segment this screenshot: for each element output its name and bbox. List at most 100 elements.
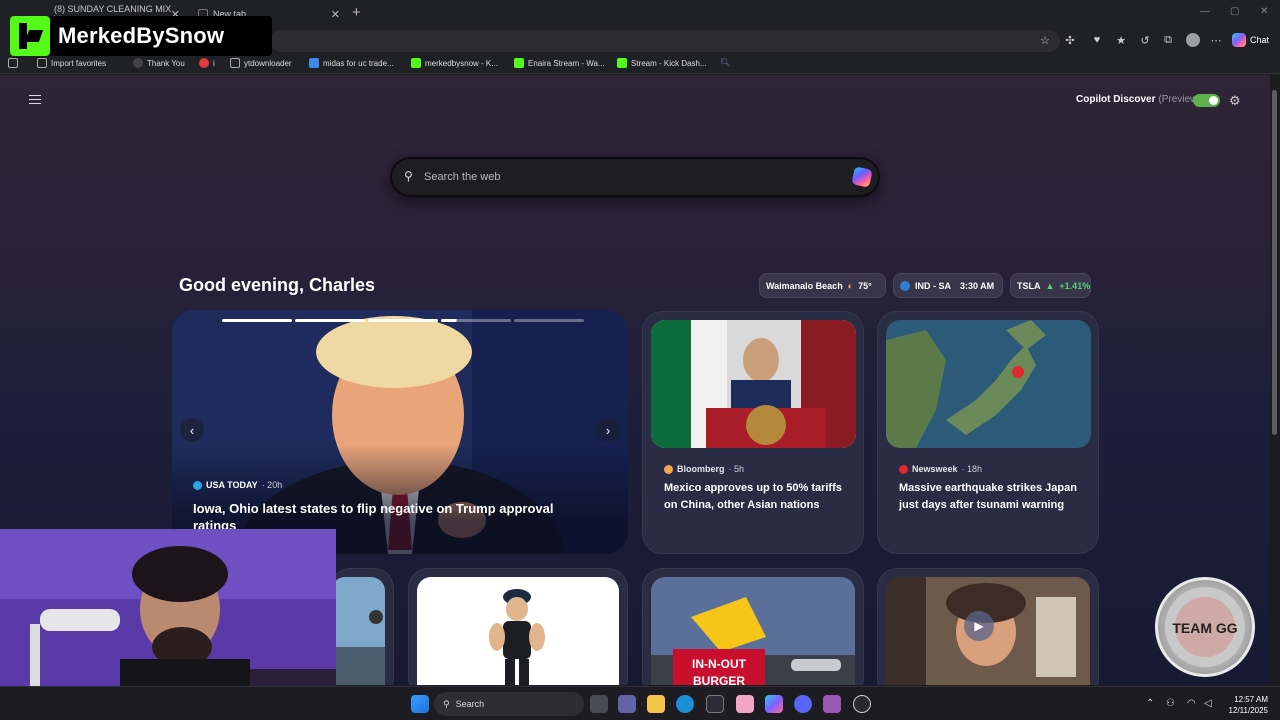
- network-icon[interactable]: ⚇: [1166, 698, 1175, 709]
- taskbar-search[interactable]: ⚲ Search: [434, 692, 584, 716]
- new-tab-plus-icon[interactable]: +: [352, 4, 361, 21]
- news-card[interactable]: [330, 568, 394, 685]
- carousel-progress: [295, 319, 365, 322]
- partly-cloudy-icon: ◐: [847, 280, 854, 291]
- profile-avatar[interactable]: [1186, 33, 1200, 47]
- maximize-icon[interactable]: ▢: [1230, 6, 1239, 17]
- bloomberg-logo-icon: [664, 464, 673, 474]
- import-icon: [37, 58, 47, 68]
- search-label: Search: [455, 699, 485, 709]
- favorites-folder-icon[interactable]: [8, 58, 18, 68]
- news-title[interactable]: Massive earthquake strikes Japan just da…: [899, 480, 1089, 514]
- fav-label: merkedbysnow - K...: [425, 58, 498, 68]
- weather-chip[interactable]: Waimanalo Beach ◐ 75°: [759, 273, 886, 298]
- news-card[interactable]: Newsweek · 18h Massive earthquake strike…: [877, 311, 1099, 554]
- fav-merkedbysnow[interactable]: merkedbysnow - K...: [411, 58, 498, 68]
- search-icon: ⚲: [443, 698, 450, 709]
- news-card[interactable]: IN-N-OUT BURGER: [642, 568, 864, 685]
- kick-icon: [514, 58, 524, 68]
- carousel-next-button[interactable]: ›: [596, 418, 620, 442]
- site-icon: [309, 58, 319, 68]
- web-search-box: ⚲: [390, 157, 880, 197]
- news-card[interactable]: ▶: [877, 568, 1099, 685]
- greeting-heading: Good evening, Charles: [179, 275, 376, 295]
- news-card[interactable]: [408, 568, 628, 685]
- system-clock[interactable]: 12:57 AM 12/11/2025: [1222, 694, 1268, 716]
- favorites-icon[interactable]: ★: [1114, 33, 1128, 47]
- copilot-icon[interactable]: [851, 166, 873, 188]
- fav-label: Import favorites: [51, 58, 107, 68]
- news-title[interactable]: Mexico approves up to 50% tariffs on Chi…: [664, 480, 854, 514]
- news-thumbnail: IN-N-OUT BURGER: [651, 577, 855, 685]
- weather-location: Waimanalo Beach: [766, 280, 843, 291]
- fav-kick-dashboard[interactable]: Stream - Kick Dash...: [617, 58, 707, 68]
- stock-chip[interactable]: TSLA ▲ +1.41%: [1010, 273, 1091, 298]
- usa-today-logo-icon: [193, 480, 202, 490]
- team-gg-badge: TEAM GG: [1155, 577, 1255, 677]
- settings-gear-icon[interactable]: ⚙: [1229, 93, 1241, 109]
- task-view-icon[interactable]: [590, 695, 608, 713]
- fav-ytdownloader[interactable]: ytdownloader: [230, 58, 292, 68]
- carousel-progress: [222, 319, 292, 322]
- teams-icon[interactable]: [618, 695, 636, 713]
- kick-icon: [411, 58, 421, 68]
- volume-icon[interactable]: ◁: [1204, 698, 1212, 709]
- extensions-icon[interactable]: ✣: [1063, 33, 1077, 47]
- hero-source: USA TODAY · 20h: [193, 480, 282, 490]
- close-icon[interactable]: ✕: [331, 8, 340, 21]
- start-windows-icon[interactable]: [411, 695, 429, 713]
- copilot-discover-label: Copilot Discover (Preview): [1076, 94, 1201, 105]
- fav-search-icon[interactable]: 🔍︎: [720, 58, 730, 67]
- clock-date: 12/11/2025: [1228, 706, 1268, 715]
- favorites-bar: Import favorites Thank You i ytdownloade…: [0, 54, 1280, 74]
- carousel-progress: [514, 319, 584, 322]
- collections-icon[interactable]: ⧉: [1161, 33, 1175, 47]
- app-pink-icon[interactable]: [736, 695, 754, 713]
- edge-icon[interactable]: [676, 695, 694, 713]
- news-source: Bloomberg · 5h: [664, 464, 744, 474]
- fav-enaira-stream[interactable]: Enaira Stream - Wa...: [514, 58, 605, 68]
- source-name: Newsweek: [912, 464, 958, 474]
- more-menu-icon[interactable]: ⋯: [1209, 33, 1223, 47]
- discord-icon[interactable]: [794, 695, 812, 713]
- discover-toggle[interactable]: [1193, 94, 1220, 107]
- kick-icon: [617, 58, 627, 68]
- taskbar: ⚲ Search ⌃ ⚇ ◠ ◁ 12:57 AM 12/11/2025: [0, 686, 1280, 720]
- fav-i[interactable]: i: [199, 58, 215, 68]
- team-name: TEAM GG: [1172, 620, 1238, 636]
- window-close-icon[interactable]: ✕: [1260, 6, 1268, 17]
- news-thumbnail: [417, 577, 619, 685]
- fav-import-favorites[interactable]: Import favorites: [37, 58, 106, 68]
- copilot-taskbar-icon[interactable]: [765, 695, 783, 713]
- channel-name: MerkedBySnow: [58, 23, 225, 48]
- fav-label: Stream - Kick Dash...: [631, 58, 707, 68]
- chevron-up-icon[interactable]: ⌃: [1146, 698, 1154, 709]
- sign-line-1: IN-N-OUT: [692, 657, 747, 671]
- play-icon[interactable]: ▶: [964, 611, 994, 641]
- address-bar-input[interactable]: [270, 30, 1060, 52]
- hero-carousel[interactable]: ‹ › USA TODAY · 20h Iowa, Ohio latest st…: [172, 310, 628, 554]
- app-purple-icon[interactable]: [823, 695, 841, 713]
- site-icon: [199, 58, 209, 68]
- copilot-chat-button[interactable]: Chat: [1232, 31, 1269, 49]
- news-thumbnail: [331, 577, 385, 685]
- history-icon[interactable]: ↺: [1138, 33, 1152, 47]
- source-name: USA TODAY: [206, 480, 258, 490]
- scrollbar-thumb[interactable]: [1272, 90, 1277, 435]
- news-card[interactable]: Bloomberg · 5h Mexico approves up to 50%…: [642, 311, 864, 554]
- minimize-icon[interactable]: —: [1200, 6, 1210, 17]
- fav-midas[interactable]: midas for uc trade...: [309, 58, 394, 68]
- wifi-icon[interactable]: ◠: [1187, 698, 1196, 709]
- cricket-chip[interactable]: IND - SA 3:30 AM: [893, 273, 1003, 298]
- file-explorer-icon[interactable]: [647, 695, 665, 713]
- news-thumbnail: [886, 320, 1091, 448]
- browser-essentials-icon[interactable]: ♥: [1090, 33, 1104, 47]
- menu-icon[interactable]: [29, 95, 41, 104]
- fav-thank-you[interactable]: Thank You: [133, 58, 185, 68]
- carousel-prev-button[interactable]: ‹: [180, 418, 204, 442]
- store-icon[interactable]: [706, 695, 724, 713]
- obs-icon[interactable]: [853, 695, 871, 713]
- favorite-star-icon[interactable]: ☆: [1038, 33, 1052, 47]
- search-input[interactable]: [424, 167, 824, 187]
- carousel-progress: [441, 319, 511, 322]
